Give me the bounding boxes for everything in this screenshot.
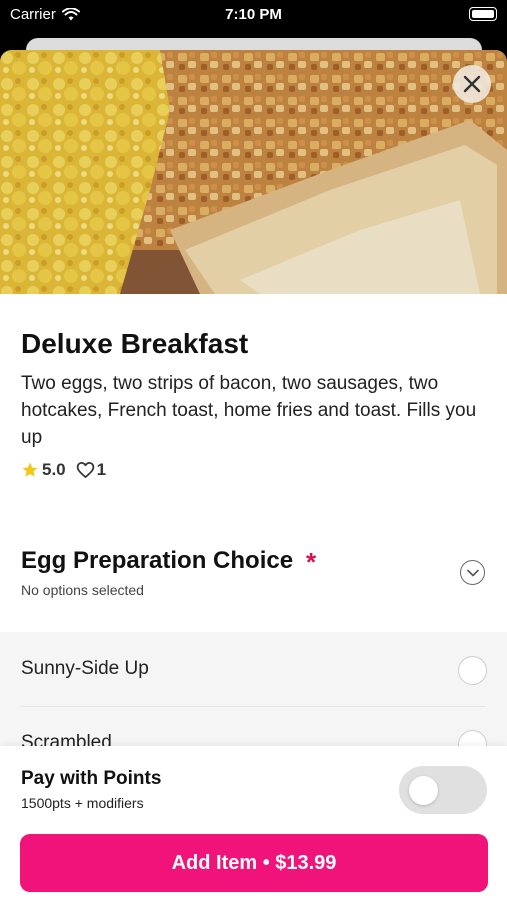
checkout-panel: Pay with Points 1500pts + modifiers Add … [0, 746, 507, 900]
modifier-group-subtitle: No options selected [21, 582, 144, 598]
pay-with-points-title: Pay with Points [21, 768, 162, 789]
pay-with-points-subtitle: 1500pts + modifiers [21, 795, 144, 811]
star-icon [22, 462, 38, 477]
battery-icon [469, 7, 497, 21]
item-photo [0, 50, 507, 294]
close-button[interactable] [453, 65, 491, 103]
rating-value: 5.0 [42, 460, 66, 479]
required-indicator: * [306, 547, 317, 577]
heart-icon[interactable] [76, 461, 95, 479]
option-label: Sunny-Side Up [21, 658, 149, 679]
item-detail-sheet: Deluxe Breakfast Two eggs, two strips of… [0, 50, 507, 900]
chevron-down-icon [466, 569, 479, 576]
status-time: 7:10 PM [225, 6, 282, 23]
collapse-toggle-button[interactable] [460, 560, 485, 585]
item-title: Deluxe Breakfast [21, 328, 249, 359]
pay-with-points-toggle[interactable] [399, 766, 487, 814]
close-icon [463, 75, 481, 93]
modifier-group-title: Egg Preparation Choice [21, 547, 294, 574]
option-row-sunny-side-up[interactable]: Sunny-Side Up [0, 632, 507, 707]
likes-count: 1 [96, 460, 107, 479]
toggle-knob [409, 776, 438, 805]
option-radio[interactable] [458, 656, 487, 685]
item-meta: 5.0 1 [21, 460, 106, 480]
status-bar: Carrier 7:10 PM [0, 0, 507, 30]
item-description: Two eggs, two strips of bacon, two sausa… [21, 373, 477, 448]
add-item-button[interactable]: Add Item • $13.99 [20, 834, 488, 892]
